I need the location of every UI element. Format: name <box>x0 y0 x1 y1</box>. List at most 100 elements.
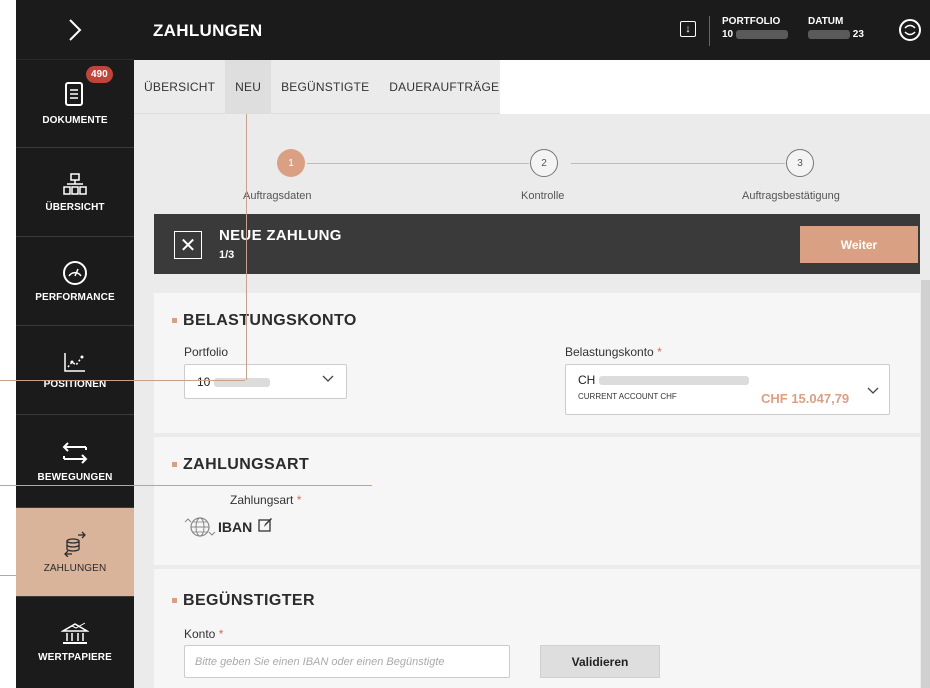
chart-icon <box>64 352 85 372</box>
sidebar: 490 DOKUMENTE ÜBERSICHT PERFORMANCE POSI… <box>16 0 134 688</box>
sidebar-item-label: WERTPAPIERE <box>38 652 112 663</box>
tab-dauerauftraege[interactable]: DAUERAUFTRÄGE <box>379 60 509 113</box>
konto-iban: CH <box>578 373 749 387</box>
edit-icon[interactable] <box>257 517 273 538</box>
sidebar-item-bewegungen[interactable]: BEWEGUNGEN <box>16 415 134 508</box>
tab-bar-filler <box>500 60 930 114</box>
scrollbar[interactable] <box>921 280 930 688</box>
portfolio-value[interactable]: 10 <box>722 29 788 40</box>
form-header: ✕ NEUE ZAHLUNG 1/3 Weiter <box>154 214 920 274</box>
sidebar-item-label: ÜBERSICHT <box>45 201 105 213</box>
konto-field-label: Konto * <box>184 627 223 641</box>
annotation-line <box>0 380 245 381</box>
tab-uebersicht[interactable]: ÜBERSICHT <box>134 60 225 113</box>
zahlungsart-field-label: Zahlungsart * <box>230 493 301 507</box>
section-title-text: ZAHLUNGSART <box>183 456 310 473</box>
gauge-icon <box>63 260 87 285</box>
section-title-text: BELASTUNGSKONTO <box>183 312 357 329</box>
section-title-text: BEGÜNSTIGTER <box>183 592 315 609</box>
portfolio-field-label: Portfolio <box>184 345 229 359</box>
sidebar-item-uebersicht[interactable]: ÜBERSICHT <box>16 148 134 237</box>
sidebar-item-label: ZAHLUNGEN <box>43 562 107 574</box>
annotation-line <box>246 114 247 380</box>
bullet-icon <box>172 462 177 468</box>
form-title: NEUE ZAHLUNG <box>219 227 342 244</box>
required-marker: * <box>657 345 662 359</box>
step-label-3: Auftragsbestätigung <box>742 190 840 202</box>
tab-neu[interactable]: NEU <box>225 60 272 113</box>
divider <box>709 16 710 46</box>
securities-icon <box>61 622 89 644</box>
step-circle-3: 3 <box>786 149 814 177</box>
sidebar-item-wertpapiere[interactable]: WERTPAPIERE <box>16 597 134 688</box>
validieren-button[interactable]: Validieren <box>540 645 660 678</box>
step-circle-2: 2 <box>530 149 558 177</box>
required-marker: * <box>296 493 302 507</box>
datum-value[interactable]: 23 <box>808 29 864 40</box>
step-connector <box>307 163 529 164</box>
sidebar-item-dokumente[interactable]: 490 DOKUMENTE <box>16 60 134 148</box>
required-marker: * <box>218 627 224 641</box>
portfolio-select-value: 10 <box>197 375 270 389</box>
tab-beguenstigte[interactable]: BEGÜNSTIGTE <box>271 60 379 113</box>
section-title: BELASTUNGSKONTO <box>172 312 357 330</box>
datum-label: DATUM <box>808 16 844 27</box>
portfolio-select[interactable]: 10 <box>184 364 347 399</box>
step-label-2: Kontrolle <box>521 190 565 202</box>
portfolio-select-number: 10 <box>197 375 211 389</box>
chevron-right-icon[interactable] <box>68 18 82 41</box>
annotation-line <box>0 575 16 576</box>
chevron-down-icon <box>321 371 335 388</box>
portfolio-label: PORTFOLIO <box>722 16 781 27</box>
hierarchy-icon <box>63 172 87 195</box>
chevron-down-icon <box>866 383 880 400</box>
left-gutter <box>0 0 16 688</box>
main-content: 1 2 3 Auftragsdaten Kontrolle Auftragsbe… <box>134 114 930 688</box>
step-circle-1: 1 <box>277 149 305 177</box>
sidebar-item-zahlungen[interactable]: ZAHLUNGEN <box>16 508 134 597</box>
weiter-button[interactable]: Weiter <box>800 226 918 263</box>
page-title: ZAHLUNGEN <box>153 21 263 40</box>
sidebar-item-label: PERFORMANCE <box>35 291 115 303</box>
sidebar-item-label: BEWEGUNGEN <box>37 471 113 483</box>
section-title: BEGÜNSTIGTER <box>172 592 315 610</box>
card-beguenstigter: BEGÜNSTIGTER Konto * Bitte geben Sie ein… <box>154 569 920 688</box>
annotation-line <box>0 485 372 486</box>
user-profile-icon[interactable] <box>899 19 921 41</box>
sidebar-item-label: DOKUMENTE <box>42 115 108 126</box>
belastungskonto-select[interactable]: CH CURRENT ACCOUNT CHF CHF 15.047,79 <box>565 364 890 415</box>
portfolio-number: 10 <box>722 29 734 40</box>
redacted-mask <box>808 29 850 39</box>
payment-icon <box>64 531 86 557</box>
close-icon[interactable]: ✕ <box>174 231 202 259</box>
document-icon <box>65 82 83 106</box>
datum-number: 23 <box>852 29 864 40</box>
notification-badge: 490 <box>86 66 113 83</box>
sidebar-item-positionen[interactable]: POSITIONEN <box>16 326 134 415</box>
redacted-mask <box>598 376 749 386</box>
konto-type: CURRENT ACCOUNT CHF <box>578 392 677 401</box>
redacted-mask <box>735 29 788 39</box>
zahlungsart-label-text: Zahlungsart <box>230 493 294 507</box>
konto-input[interactable]: Bitte geben Sie einen IBAN oder einen Be… <box>184 645 510 678</box>
globe-transfer-icon <box>184 514 216 545</box>
step-connector <box>571 163 785 164</box>
sidebar-toggle[interactable] <box>16 0 134 60</box>
download-icon[interactable]: ↓ <box>680 21 696 37</box>
konto-label-text: Konto <box>184 627 216 641</box>
progress-stepper: 1 2 3 Auftragsdaten Kontrolle Auftragsbe… <box>134 114 930 214</box>
konto-iban-prefix: CH <box>578 373 596 387</box>
step-label-1: Auftragsdaten <box>243 190 312 202</box>
card-belastungskonto: BELASTUNGSKONTO Portfolio 10 Belastungsk… <box>154 293 920 433</box>
konto-label-text: Belastungskonto <box>565 345 654 359</box>
zahlungsart-value: IBAN <box>218 519 253 535</box>
top-bar: ZAHLUNGEN ↓ PORTFOLIO 10 DATUM 23 <box>134 0 930 60</box>
konto-balance: CHF 15.047,79 <box>761 391 850 406</box>
card-zahlungsart: ZAHLUNGSART Zahlungsart * IBAN <box>154 437 920 565</box>
sidebar-item-performance[interactable]: PERFORMANCE <box>16 237 134 326</box>
form-step: 1/3 <box>219 249 235 261</box>
bullet-icon <box>172 598 177 604</box>
transfer-arrows-icon <box>62 441 88 464</box>
app-window: 490 DOKUMENTE ÜBERSICHT PERFORMANCE POSI… <box>0 0 930 688</box>
bullet-icon <box>172 318 177 324</box>
